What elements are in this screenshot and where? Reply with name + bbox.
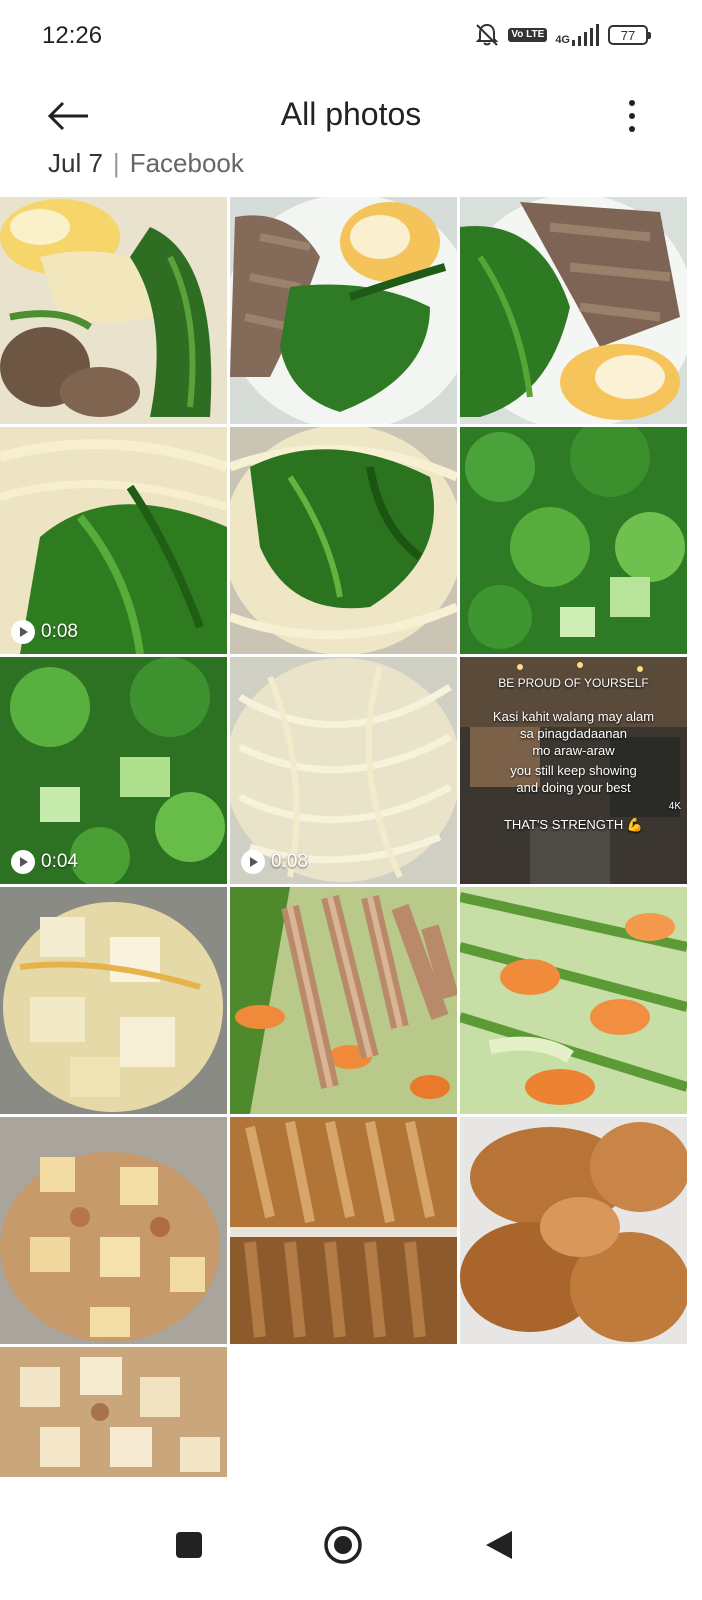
play-icon (241, 850, 265, 874)
quote-line: you still keep showing (510, 763, 637, 778)
play-icon (11, 620, 35, 644)
quote-line: mo araw-araw (532, 743, 615, 758)
battery-level: 77 (620, 27, 636, 43)
cabbage-thumbnail (0, 887, 227, 1114)
home-button[interactable] (318, 1520, 368, 1570)
more-options-button[interactable] (618, 94, 646, 138)
photo-tile[interactable] (460, 197, 687, 424)
nav-back-button[interactable] (474, 1520, 524, 1570)
section-source: Facebook (129, 148, 244, 178)
more-vertical-icon (629, 100, 635, 132)
photo-tile[interactable] (230, 197, 457, 424)
photo-tile[interactable] (0, 197, 227, 424)
circle-home-icon (324, 1526, 362, 1564)
quote-footer: THAT'S STRENGTH 💪 (503, 817, 644, 832)
glazed-chicken-thumbnail (460, 1117, 687, 1344)
beef-egg-bowl-thumbnail (460, 197, 687, 424)
battery-icon: 77 (608, 25, 651, 45)
photo-tile[interactable] (0, 887, 227, 1114)
quote-heading: BE PROUD OF YOURSELF (498, 676, 649, 690)
photo-tile[interactable] (230, 1117, 457, 1344)
video-tile[interactable]: 0:08 (230, 657, 457, 884)
photo-tile[interactable] (460, 1117, 687, 1344)
signal-icon (572, 24, 599, 46)
photo-tile[interactable] (460, 887, 687, 1114)
grilled-chicken-slices-thumbnail (230, 1117, 457, 1344)
potato-meat-thumbnail (0, 1117, 227, 1344)
play-icon (11, 850, 35, 874)
chopped-greens-thumbnail (460, 427, 687, 654)
quote-image-tile[interactable]: BE PROUD OF YOURSELF Kasi kahit walang m… (460, 657, 687, 884)
volte-badge: Vo LTE (508, 28, 548, 42)
section-header: Jul 7 | Facebook (48, 148, 244, 178)
video-duration: 0:08 (271, 851, 308, 872)
page-title: All photos (280, 96, 422, 132)
recents-button[interactable] (164, 1520, 214, 1570)
bell-off-icon (475, 23, 499, 46)
quote-line: sa pinagdadaanan (520, 726, 627, 741)
photo-tile[interactable] (460, 427, 687, 654)
video-duration-badge: 0:08 (11, 620, 78, 644)
noodle-bowl-thumbnail (0, 197, 227, 424)
section-date: Jul 7 (48, 148, 103, 178)
status-bar: 12:26 Vo LTE 4G 77 (0, 0, 702, 78)
like-count: 4K (668, 801, 681, 812)
chicken-veggies-thumbnail (230, 887, 457, 1114)
quote-line: Kasi kahit walang may alam (492, 709, 655, 724)
video-duration: 0:08 (41, 621, 78, 642)
square-icon (176, 1532, 202, 1558)
mixed-veggies-thumbnail (460, 887, 687, 1114)
status-icons: Vo LTE 4G 77 (474, 22, 651, 48)
status-time: 12:26 (42, 22, 103, 49)
beef-bowl-thumbnail (230, 197, 457, 424)
video-duration: 0:04 (41, 851, 78, 872)
video-tile[interactable]: 0:04 (0, 657, 227, 884)
quote-line: and doing your best (516, 780, 631, 795)
video-duration-badge: 0:08 (241, 850, 308, 874)
video-tile[interactable]: 0:08 (0, 427, 227, 654)
triangle-back-icon (486, 1531, 512, 1559)
photo-tile[interactable] (230, 887, 457, 1114)
video-duration-badge: 0:04 (11, 850, 78, 874)
photo-tile[interactable] (230, 427, 457, 654)
photo-tile[interactable] (0, 1117, 227, 1344)
potato-stew-thumbnail (0, 1347, 227, 1477)
noodle-greens-thumbnail (230, 427, 457, 654)
network-label: 4G (555, 34, 570, 46)
photo-tile[interactable] (0, 1347, 227, 1477)
system-nav-bar (0, 1490, 702, 1600)
